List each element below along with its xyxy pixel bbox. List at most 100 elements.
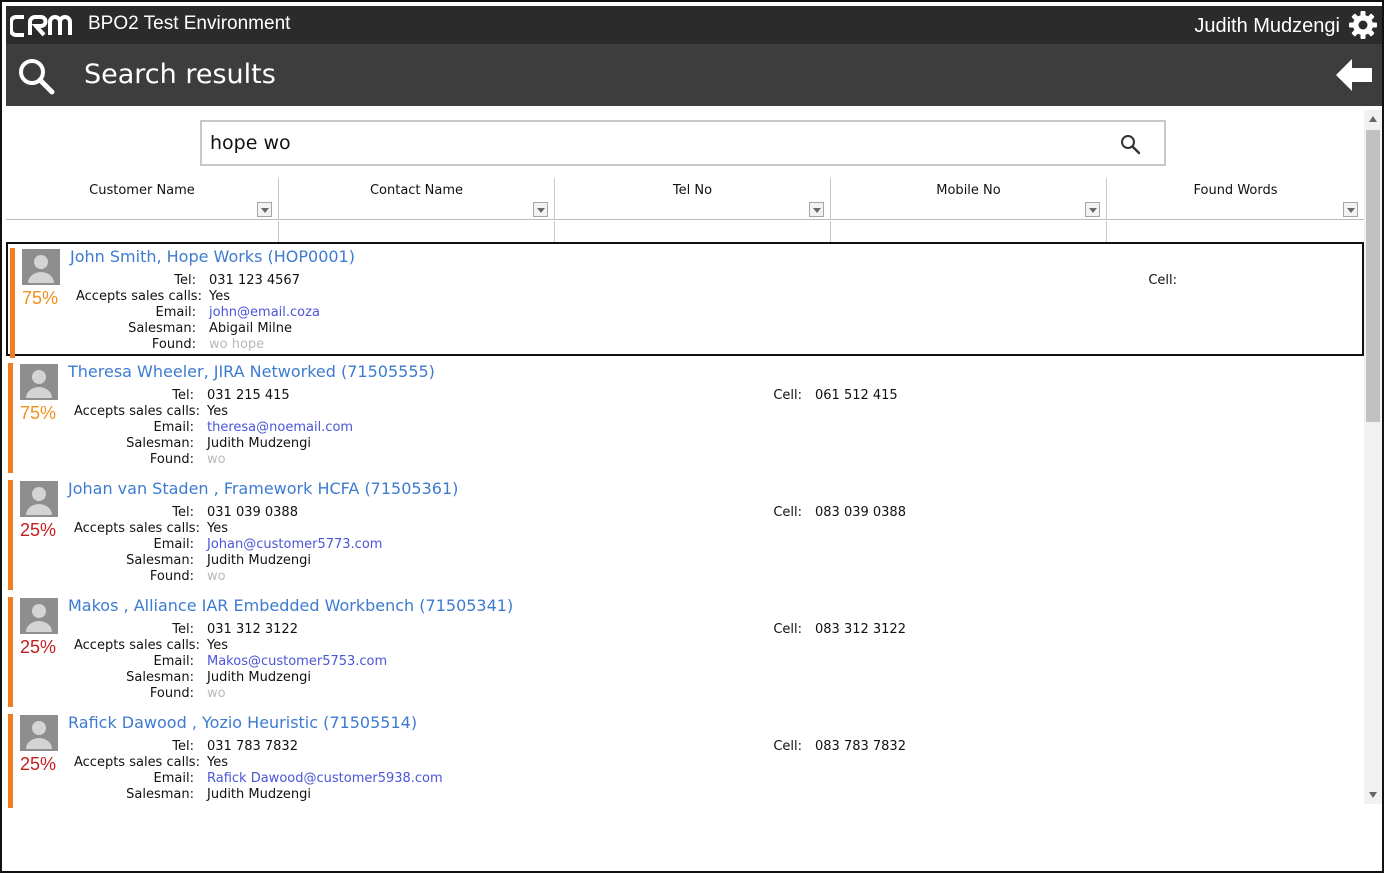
tel-label: Tel: xyxy=(172,739,194,754)
column-header-label: Customer Name xyxy=(89,183,195,198)
accepts-sales-calls-value: Yes xyxy=(207,521,228,536)
match-percentage: 25% xyxy=(20,637,57,657)
column-header-tel-no[interactable]: Tel No xyxy=(554,178,830,220)
tel-label: Tel: xyxy=(172,388,194,403)
result-card[interactable]: 25% Rafick Dawood , Yozio Heuristic (715… xyxy=(6,710,1364,808)
result-accent-bar xyxy=(10,248,15,358)
filter-row xyxy=(6,221,1364,243)
result-card[interactable]: 25% Makos , Alliance IAR Embedded Workbe… xyxy=(6,593,1364,707)
salesman-label: Salesman: xyxy=(126,670,194,685)
avatar-icon xyxy=(20,481,58,517)
result-card[interactable]: 75% Theresa Wheeler, JIRA Networked (715… xyxy=(6,359,1364,473)
column-filter-dropdown[interactable] xyxy=(257,202,272,217)
email-link[interactable]: john@email.coza xyxy=(209,305,320,320)
result-accent-bar xyxy=(8,363,13,473)
tel-value: 031 123 4567 xyxy=(209,273,300,288)
found-words-value: wo hope xyxy=(209,337,265,352)
results-scrollbar[interactable] xyxy=(1364,110,1382,804)
tel-value: 031 312 3122 xyxy=(207,622,298,637)
salesman-value: Abigail Milne xyxy=(209,321,293,336)
email-link[interactable]: Johan@customer5773.com xyxy=(207,537,382,552)
result-name-link[interactable]: Makos , Alliance IAR Embedded Workbench … xyxy=(68,596,513,615)
filter-cell-contact-name[interactable] xyxy=(278,221,554,243)
email-label: Email: xyxy=(153,654,194,669)
result-name-link[interactable]: Johan van Staden , Framework HCFA (71505… xyxy=(68,479,458,498)
column-header-found-words[interactable]: Found Words xyxy=(1106,178,1364,220)
scroll-down-arrow-icon[interactable] xyxy=(1369,792,1377,798)
salesman-value: Judith Mudzengi xyxy=(207,436,312,451)
found-label: Found: xyxy=(149,569,194,584)
match-percentage: 75% xyxy=(22,288,59,308)
cell-label: Cell: xyxy=(773,739,802,754)
column-filter-dropdown[interactable] xyxy=(1085,202,1100,217)
cell-label: Cell: xyxy=(1148,273,1177,288)
email-label: Email: xyxy=(155,305,196,320)
scroll-up-arrow-icon[interactable] xyxy=(1369,116,1377,122)
result-accent-bar xyxy=(8,714,13,808)
email-link[interactable]: Makos@customer5753.com xyxy=(207,654,387,669)
cell-value: 083 039 0388 xyxy=(815,505,906,520)
search-box xyxy=(200,120,1166,166)
email-link[interactable]: theresa@noemail.com xyxy=(207,420,353,435)
filter-cell-mobile-no[interactable] xyxy=(830,221,1106,243)
gear-icon[interactable] xyxy=(1348,10,1378,40)
email-label: Email: xyxy=(153,537,194,552)
user-name[interactable]: Judith Mudzengi xyxy=(1194,13,1340,39)
column-filter-dropdown[interactable] xyxy=(1343,202,1358,217)
top-bar: BPO2 Test Environment Judith Mudzengi xyxy=(6,6,1382,44)
match-percentage: 25% xyxy=(20,754,57,774)
back-arrow-icon[interactable] xyxy=(1334,56,1374,94)
column-filter-dropdown[interactable] xyxy=(533,202,548,217)
avatar-icon xyxy=(20,598,58,634)
cell-label: Cell: xyxy=(773,505,802,520)
filter-cell-customer-name[interactable] xyxy=(6,221,278,243)
results-list: 75% John Smith, Hope Works (HOP0001) Tel… xyxy=(6,242,1364,808)
column-header-mobile-no[interactable]: Mobile No xyxy=(830,178,1106,220)
column-header-label: Mobile No xyxy=(936,183,1001,198)
email-link[interactable]: Rafick Dawood@customer5938.com xyxy=(207,771,443,786)
result-name-link[interactable]: Rafick Dawood , Yozio Heuristic (7150551… xyxy=(68,713,417,732)
avatar-icon xyxy=(20,715,58,751)
search-icon xyxy=(19,59,55,95)
column-header-customer-name[interactable]: Customer Name xyxy=(6,178,278,220)
salesman-label: Salesman: xyxy=(126,553,194,568)
result-name-link[interactable]: Theresa Wheeler, JIRA Networked (7150555… xyxy=(68,362,435,381)
found-label: Found: xyxy=(149,452,194,467)
accepts-sales-calls-label: Accepts sales calls: xyxy=(74,638,200,653)
avatar-icon xyxy=(22,249,60,285)
page-header: Search results xyxy=(6,44,1382,106)
email-label: Email: xyxy=(153,771,194,786)
page-title: Search results xyxy=(84,59,276,90)
search-button-icon[interactable] xyxy=(1118,132,1142,156)
result-card[interactable]: 75% John Smith, Hope Works (HOP0001) Tel… xyxy=(6,242,1364,358)
tel-value: 031 783 7832 xyxy=(207,739,298,754)
cell-value: 083 312 3122 xyxy=(815,622,906,637)
search-input[interactable] xyxy=(210,128,1090,158)
results-grid-header: Customer Name Contact Name Tel No Mobile… xyxy=(6,178,1364,220)
avatar-icon xyxy=(20,364,58,400)
accepts-sales-calls-label: Accepts sales calls: xyxy=(76,289,202,304)
salesman-value: Judith Mudzengi xyxy=(207,553,312,568)
app-frame: BPO2 Test Environment Judith Mudzengi Se… xyxy=(0,0,1384,873)
accepts-sales-calls-value: Yes xyxy=(207,755,228,770)
cell-value: 061 512 415 xyxy=(815,388,898,403)
accepts-sales-calls-label: Accepts sales calls: xyxy=(74,755,200,770)
match-percentage: 25% xyxy=(20,520,57,540)
found-words-value: wo xyxy=(207,452,226,467)
filter-cell-found-words[interactable] xyxy=(1106,221,1364,243)
result-accent-bar xyxy=(8,597,13,707)
column-header-contact-name[interactable]: Contact Name xyxy=(278,178,554,220)
found-words-value: wo xyxy=(207,686,226,701)
salesman-value: Judith Mudzengi xyxy=(207,787,312,802)
filter-cell-tel-no[interactable] xyxy=(554,221,830,243)
salesman-label: Salesman: xyxy=(126,787,194,802)
found-words-value: wo xyxy=(207,569,226,584)
column-header-label: Tel No xyxy=(672,183,713,198)
result-name-link[interactable]: John Smith, Hope Works (HOP0001) xyxy=(70,247,355,266)
column-filter-dropdown[interactable] xyxy=(809,202,824,217)
scroll-thumb[interactable] xyxy=(1366,130,1380,422)
tel-label: Tel: xyxy=(174,273,196,288)
accepts-sales-calls-value: Yes xyxy=(207,638,228,653)
column-header-label: Contact Name xyxy=(369,183,464,198)
result-card[interactable]: 25% Johan van Staden , Framework HCFA (7… xyxy=(6,476,1364,590)
